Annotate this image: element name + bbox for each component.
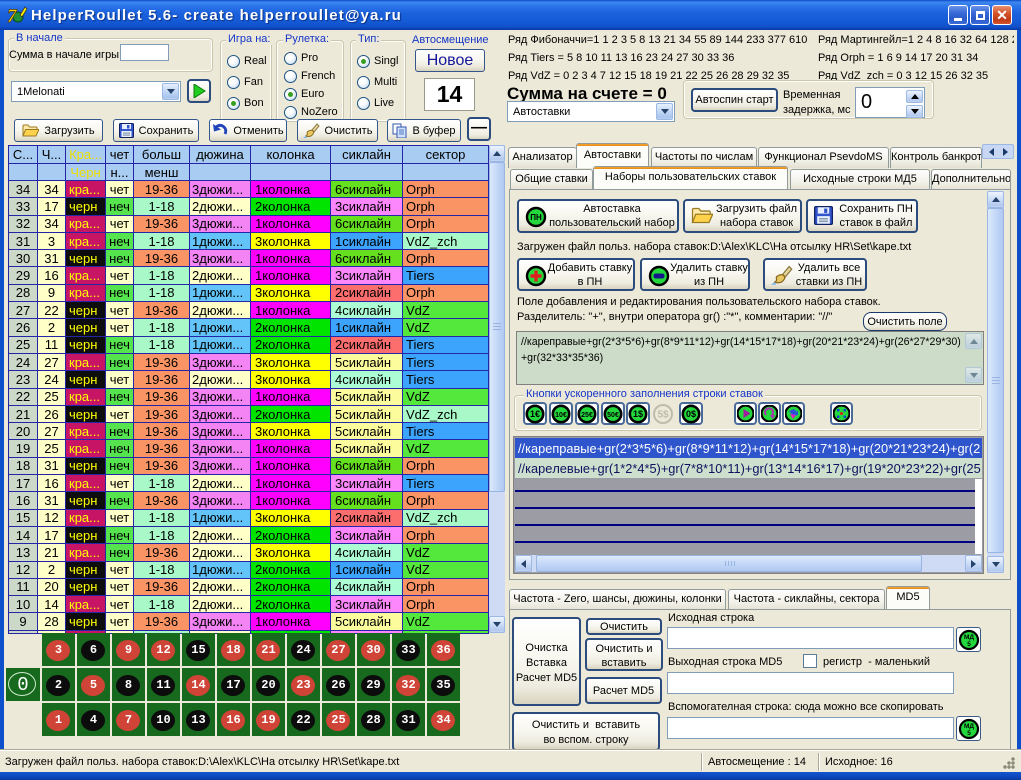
- svg-text:5: 5: [967, 730, 971, 737]
- svg-text:1$: 1$: [633, 409, 643, 419]
- svg-text:10€: 10€: [555, 412, 567, 419]
- svg-text:МД: МД: [963, 634, 973, 641]
- svg-text:0$: 0$: [686, 409, 696, 419]
- svg-text:5$: 5$: [657, 410, 669, 421]
- svg-text:50€: 50€: [607, 412, 619, 419]
- svg-text:25€: 25€: [581, 412, 593, 419]
- svg-text:МД: МД: [963, 723, 973, 730]
- svg-text:1€: 1€: [530, 409, 540, 419]
- svg-text:ПН: ПН: [530, 213, 542, 222]
- svg-text:7: 7: [7, 6, 18, 26]
- svg-text:5: 5: [967, 641, 971, 648]
